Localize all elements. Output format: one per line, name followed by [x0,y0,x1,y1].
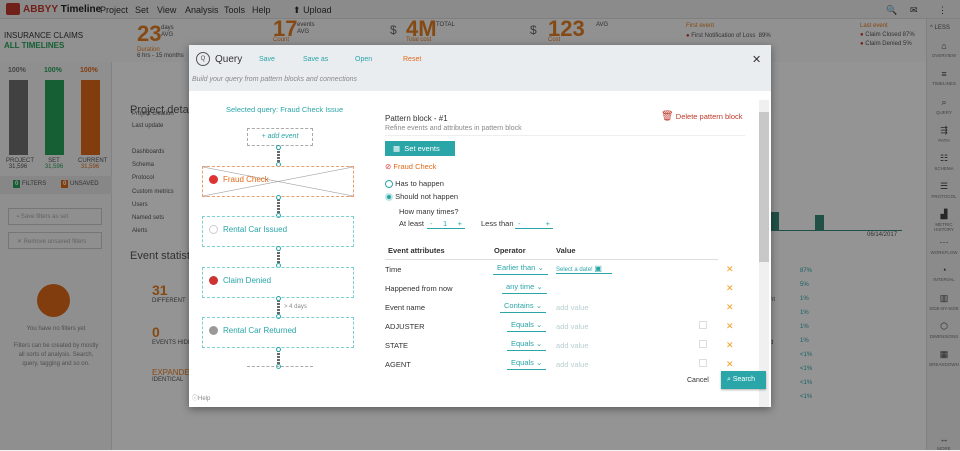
attribute-name: Happened from now [385,284,453,293]
attribute-row: Event name Contains ⌄ add value ✕ [385,299,734,317]
pattern-block-fraud-check[interactable]: Fraud Check [202,166,354,197]
attribute-name: ADJUSTER [385,322,425,331]
operator-select[interactable]: Equals ⌄ [507,358,547,370]
operator-select[interactable]: Equals ⌄ [507,320,547,332]
gap-label: > 4 days [284,304,307,310]
set-events-button[interactable]: ▦ Set events [385,141,455,156]
at-least-label: At least [399,219,425,228]
date-input[interactable]: Select a date! ▣ [556,264,612,274]
value-input[interactable]: add value [556,360,589,369]
help-link[interactable]: ⓘHelp [192,393,210,402]
dialog-title: Query [215,54,243,65]
attribute-name: Event name [385,303,426,312]
attribute-name: STATE [385,341,409,350]
calendar-icon: ▣ [594,264,602,273]
scrollbar-thumb[interactable] [759,112,769,262]
remove-icon[interactable]: ✕ [726,340,734,351]
dialog-subtitle: Build your query from pattern blocks and… [192,76,357,83]
chevron-down-icon: ⌄ [536,282,543,291]
selected-event: ⊘ Fraud Check [385,162,437,171]
value-input[interactable]: add value [556,303,589,312]
attributes-header: Event attributes Operator Value [385,246,718,260]
attribute-name: AGENT [385,360,411,369]
scrollbar[interactable] [759,100,769,407]
remove-icon[interactable]: ✕ [726,359,734,370]
radio-has-to-happen[interactable]: Has to happen [385,179,444,189]
remove-icon[interactable]: ✕ [726,302,734,313]
attribute-row: STATE Equals ⌄ add value ✕ [385,337,734,355]
add-event-button[interactable]: + add event [247,128,313,146]
query-dialog: Q Query Save Save as Open Reset ✕ Build … [189,45,771,407]
chevron-down-icon: ⌄ [536,320,543,329]
save-button[interactable]: Save [259,56,275,63]
operator-select[interactable]: Earlier than ⌄ [493,263,548,275]
remove-icon[interactable]: ✕ [726,264,734,275]
value-input[interactable]: add value [556,341,589,350]
chevron-down-icon: ⌄ [536,339,543,348]
pattern-title: Pattern block - #1 [385,114,448,123]
query-icon: Q [196,52,210,66]
pattern-block-claim-denied[interactable]: Claim Denied [202,267,354,298]
pattern-block-rental-car-issued[interactable]: Rental Car Issued [202,216,354,247]
attribute-name: Time [385,265,402,274]
attribute-row: Happened from now any time ⌄ ✕ [385,280,734,298]
key-icon [209,225,218,234]
no-entry-icon [209,175,218,184]
how-many-label: How many times? [399,207,459,216]
close-icon[interactable]: ✕ [752,53,761,66]
chevron-down-icon: ⌄ [536,358,543,367]
reset-button[interactable]: Reset [403,56,421,63]
claim-denied-icon [209,276,218,285]
at-least-stepper[interactable]: -1 + [427,219,465,229]
value-input[interactable]: add value [556,322,589,331]
pattern-flow: Selected query: Fraud Check Issue + add … [189,91,379,407]
search-icon: ⌕ [727,376,731,383]
delete-pattern-button[interactable]: 🗑 Delete pattern block [661,111,743,122]
trash-icon: 🗑 [661,111,674,122]
attribute-row: Time Earlier than ⌄ Select a date! ▣ ✕ [385,261,734,279]
less-than-stepper[interactable]: - + [515,219,553,229]
open-button[interactable]: Open [355,56,372,63]
pattern-block-rental-car-returned[interactable]: Rental Car Returned [202,317,354,348]
chevron-down-icon: ⌄ [535,301,542,310]
operator-select[interactable]: Contains ⌄ [500,301,546,313]
selected-query: Selected query: Fraud Check Issue [226,105,344,114]
edit-icon[interactable] [699,321,707,329]
remove-icon[interactable]: ✕ [726,283,734,294]
radio-should-not-happen[interactable]: Should not happen [385,192,458,202]
less-than-label: Less than [481,219,514,228]
calendar-icon [209,326,218,335]
save-as-button[interactable]: Save as [303,56,328,63]
edit-icon[interactable] [699,340,707,348]
edit-icon[interactable] [699,359,707,367]
attribute-row: AGENT Equals ⌄ add value ✕ [385,356,734,374]
operator-select[interactable]: any time ⌄ [502,282,547,294]
no-entry-icon: ⊘ [385,162,392,171]
search-button[interactable]: ⌕ Search [721,371,766,389]
dialog-header: Q Query Save Save as Open Reset ✕ Build … [189,45,771,91]
remove-icon[interactable]: ✕ [726,321,734,332]
pattern-subtitle: Refine events and attributes in pattern … [385,125,745,136]
chevron-down-icon: ⌄ [537,263,544,272]
grid-icon: ▦ [393,144,401,153]
attribute-row: ADJUSTER Equals ⌄ add value ✕ [385,318,734,336]
cancel-button[interactable]: Cancel [687,377,709,384]
operator-select[interactable]: Equals ⌄ [507,339,547,351]
